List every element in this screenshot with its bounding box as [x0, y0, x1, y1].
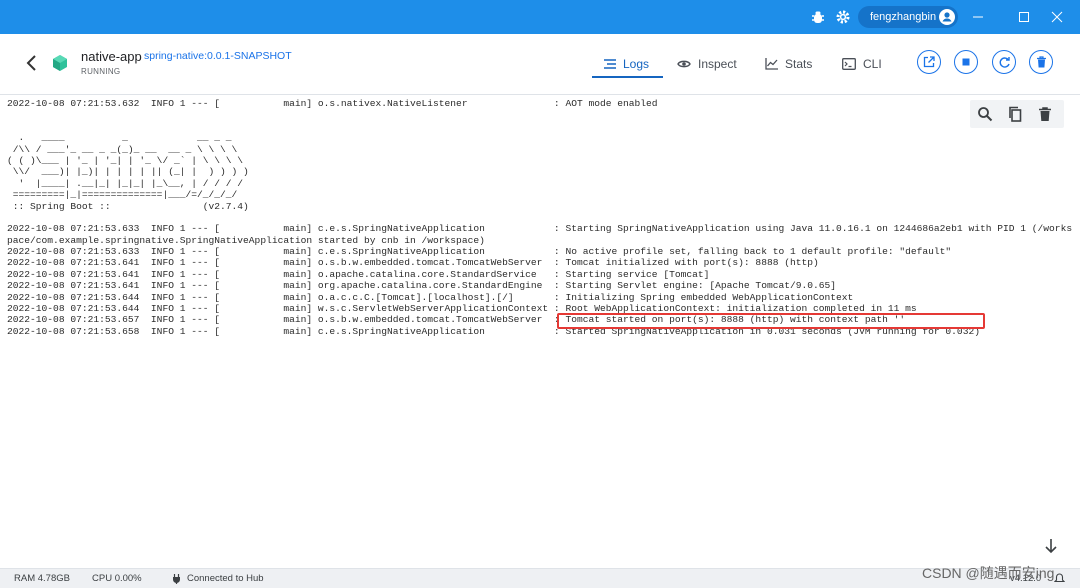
- terminal-icon: [842, 58, 856, 70]
- scroll-to-bottom-icon[interactable]: [1044, 538, 1058, 554]
- log-line: ( ( )\___ | '_ | '_| | '_ \/ _` | \ \ \ …: [7, 154, 244, 166]
- highlight-box: [557, 313, 985, 329]
- restart-icon: [999, 56, 1010, 68]
- log-line: /\\ / ___'_ __ _ _(_)_ __ __ _ \ \ \ \: [7, 143, 238, 155]
- tab-cli[interactable]: CLI: [842, 52, 882, 76]
- tab-logs[interactable]: Logs: [604, 52, 649, 76]
- ram-usage: RAM 4.78GB: [14, 573, 70, 584]
- log-line: =========|_|==============|___/=/_/_/_/: [7, 189, 238, 201]
- image-link[interactable]: spring-native:0.0.1-SNAPSHOT: [144, 50, 292, 62]
- tab-label: Stats: [785, 57, 813, 71]
- log-line: . ____ _ __ _ _: [7, 132, 232, 144]
- log-viewer[interactable]: 2022-10-08 07:21:53.632 INFO 1 --- [ mai…: [0, 95, 1080, 565]
- active-tab-indicator: [592, 76, 663, 78]
- stop-button[interactable]: [954, 50, 978, 74]
- tab-label: Inspect: [698, 57, 737, 71]
- log-line: :: Spring Boot :: (v2.7.4): [7, 200, 249, 212]
- username: fengzhangbin: [870, 11, 937, 23]
- gear-icon[interactable]: [835, 9, 851, 25]
- container-status: RUNNING: [81, 67, 121, 76]
- stop-icon: [962, 58, 970, 66]
- plug-icon: [173, 574, 180, 584]
- close-icon: [1051, 11, 1063, 23]
- log-line: 2022-10-08 07:21:53.632 INFO 1 --- [ mai…: [7, 98, 658, 109]
- avatar-icon: [939, 9, 955, 25]
- title-bar: fengzhangbin: [0, 0, 1080, 34]
- log-line: 2022-10-08 07:21:53.633 INFO 1 --- [ mai…: [7, 223, 1073, 235]
- delete-button[interactable]: [1029, 50, 1053, 74]
- log-line: \\/ ___)| |_)| | | | | || (_| | ) ) ) ): [7, 166, 249, 178]
- minimize-button[interactable]: [955, 0, 1001, 34]
- notifications-icon[interactable]: [1054, 573, 1065, 584]
- log-output: 2022-10-08 07:21:53.632 INFO 1 --- [ mai…: [7, 98, 1072, 337]
- stats-icon: [765, 58, 778, 70]
- user-account-button[interactable]: fengzhangbin: [858, 6, 958, 28]
- log-line: 2022-10-08 07:21:53.641 INFO 1 --- [ mai…: [7, 280, 837, 292]
- back-arrow-icon[interactable]: [24, 54, 40, 72]
- container-name: native-app: [81, 49, 142, 64]
- log-line: 2022-10-08 07:21:53.641 INFO 1 --- [ mai…: [7, 268, 710, 280]
- log-toolbar: [970, 100, 1064, 128]
- restart-button[interactable]: [992, 50, 1016, 74]
- bug-icon[interactable]: [810, 9, 826, 25]
- tab-inspect[interactable]: Inspect: [677, 52, 737, 76]
- minimize-icon: [973, 16, 983, 18]
- log-line: 2022-10-08 07:21:53.644 INFO 1 --- [ mai…: [7, 291, 854, 303]
- close-button[interactable]: [1034, 0, 1080, 34]
- connection-status: Connected to Hub: [187, 573, 264, 584]
- logs-icon: [604, 59, 616, 69]
- log-line: ' |____| .__|_| |_|_| |_\__, | / / / /: [7, 177, 244, 189]
- maximize-icon: [1019, 12, 1029, 22]
- container-cube-icon: [53, 55, 67, 71]
- open-in-browser-button[interactable]: [917, 50, 941, 74]
- log-line: 2022-10-08 07:21:53.641 INFO 1 --- [ mai…: [7, 257, 819, 269]
- cpu-usage: CPU 0.00%: [92, 573, 142, 584]
- tab-stats[interactable]: Stats: [765, 52, 812, 76]
- tab-label: CLI: [863, 57, 882, 71]
- clear-logs-icon[interactable]: [1037, 106, 1053, 122]
- copy-icon[interactable]: [1007, 106, 1023, 122]
- log-line: pace/com.example.springnative.SpringNati…: [7, 234, 485, 246]
- container-header: native-app spring-native:0.0.1-SNAPSHOT …: [0, 34, 1080, 95]
- search-icon[interactable]: [977, 106, 993, 122]
- open-in-browser-icon: [923, 56, 935, 68]
- watermark: CSDN @随遇而安ing: [922, 565, 1055, 581]
- delete-icon: [1036, 56, 1046, 68]
- eye-icon: [677, 60, 691, 68]
- log-line: 2022-10-08 07:21:53.633 INFO 1 --- [ mai…: [7, 246, 952, 258]
- status-bar: RAM 4.78GB CPU 0.00% Connected to Hub v4…: [0, 568, 1080, 588]
- tab-label: Logs: [623, 57, 650, 71]
